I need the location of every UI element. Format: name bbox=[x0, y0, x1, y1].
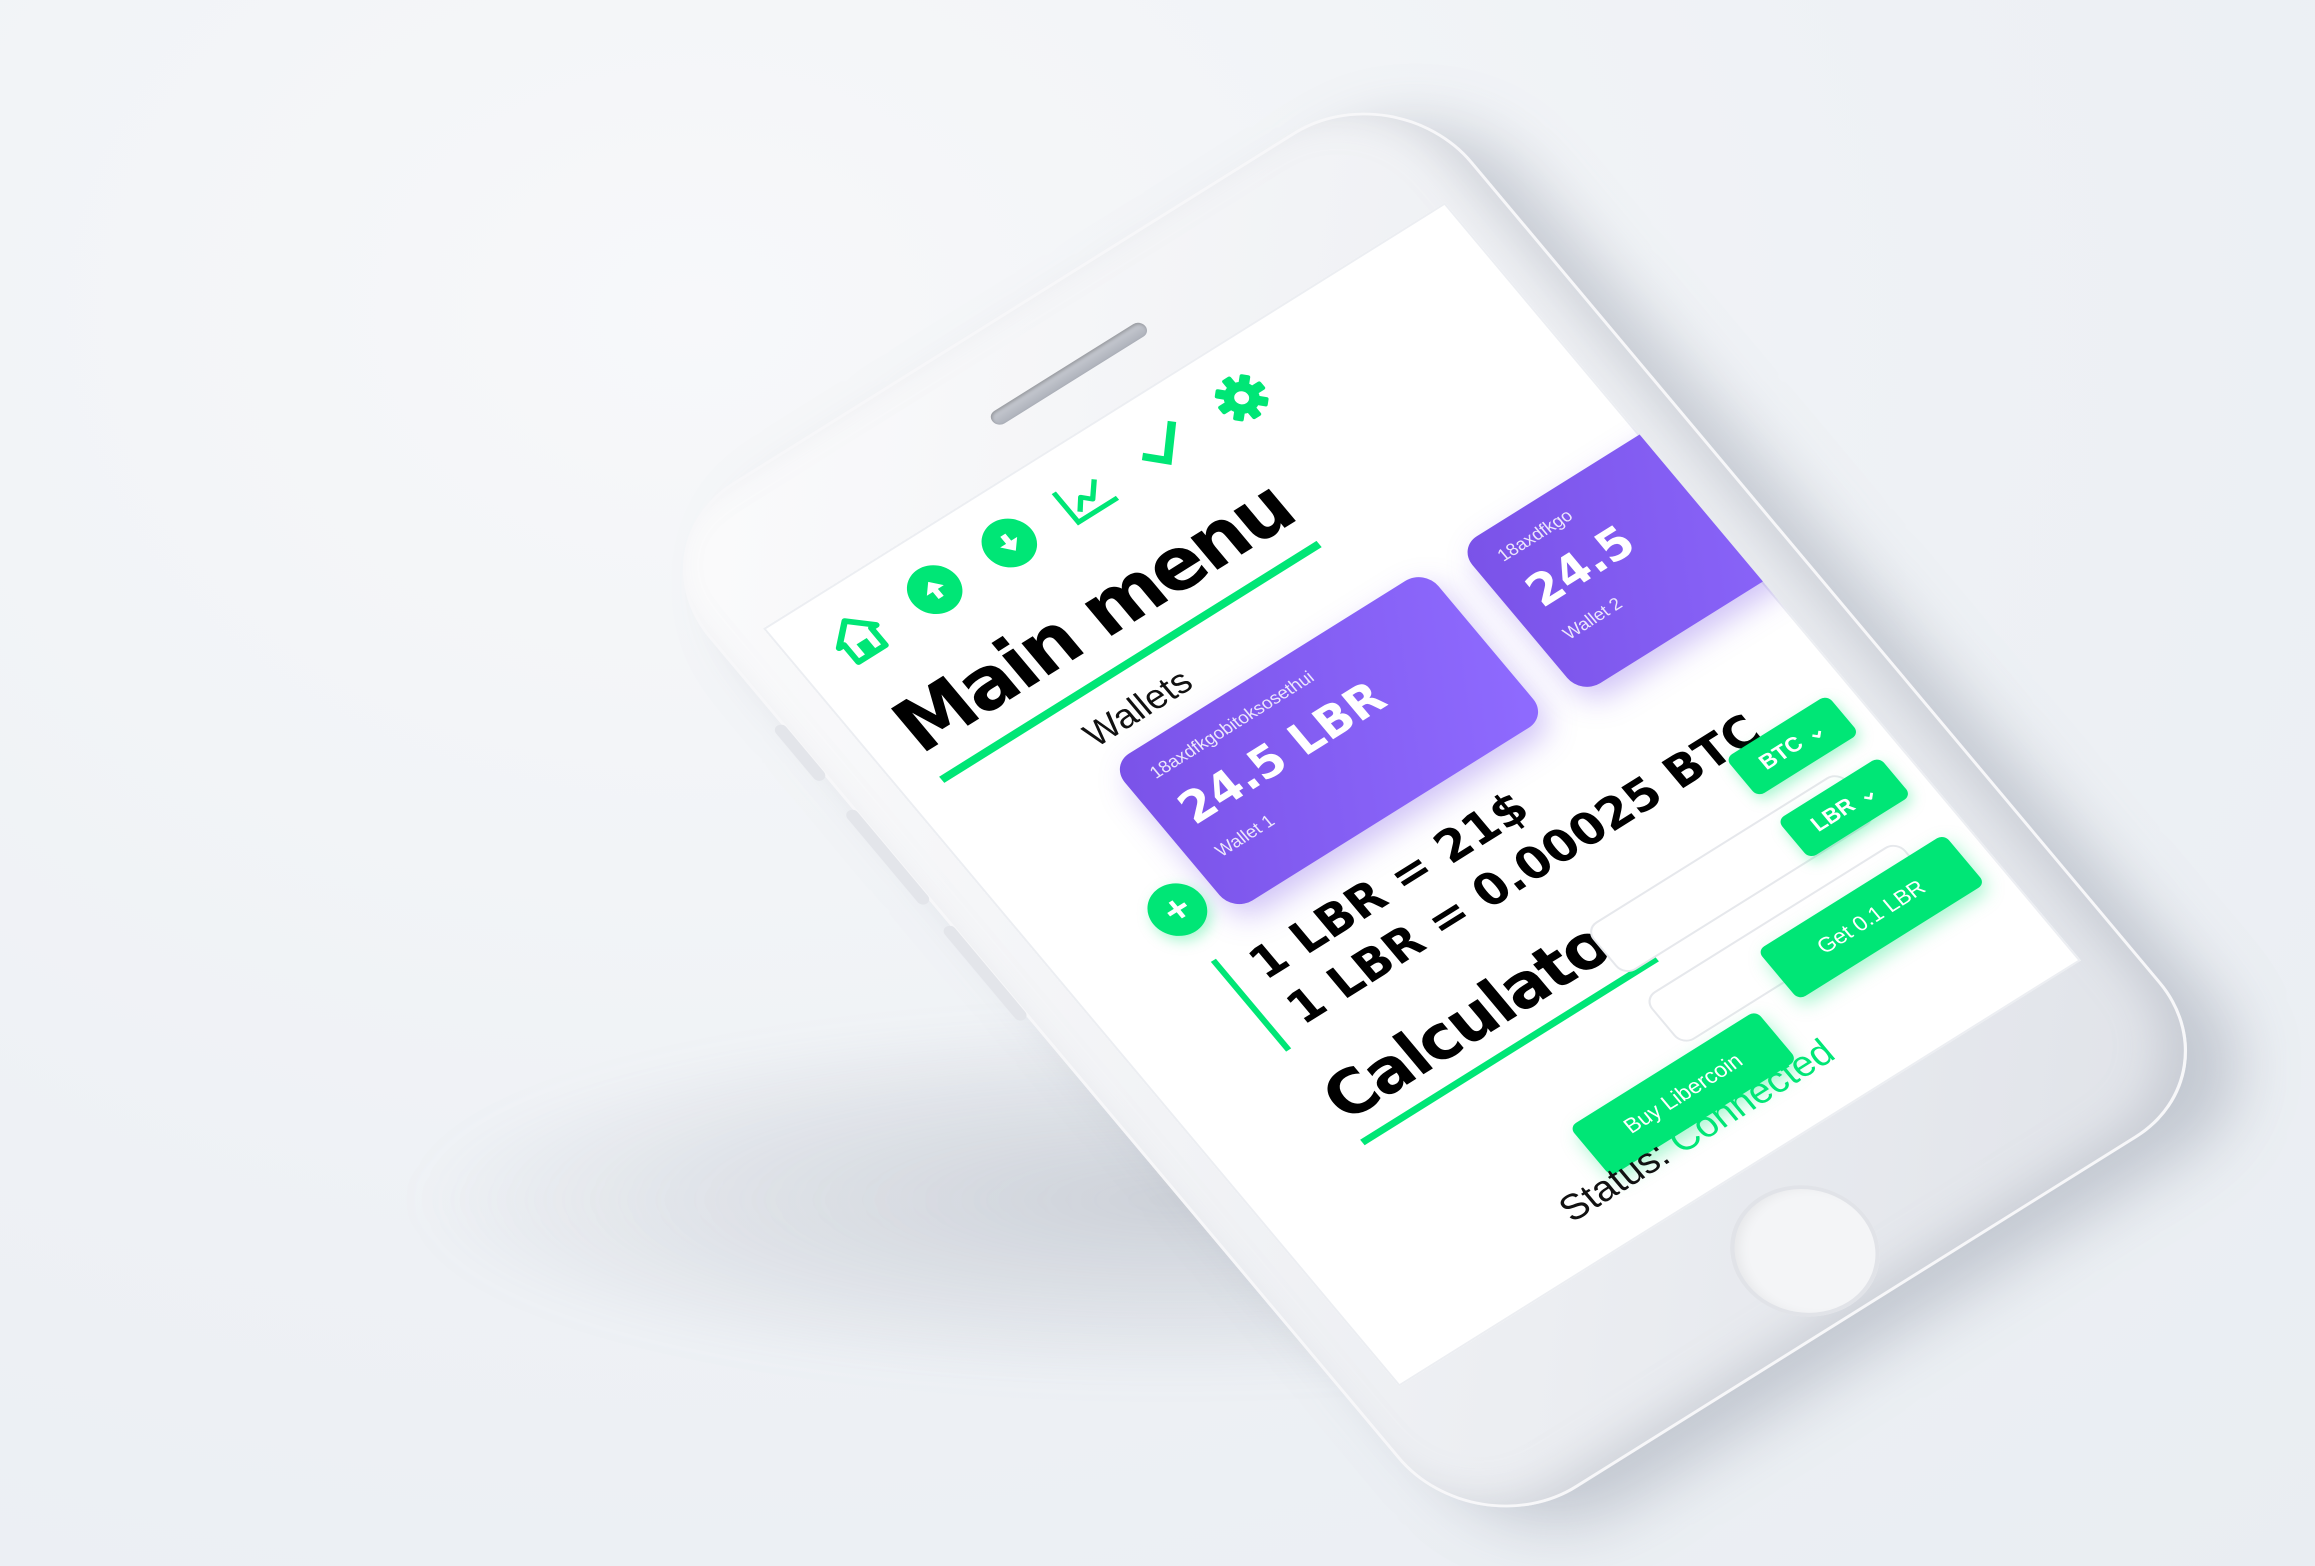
gear-icon[interactable] bbox=[1200, 361, 1284, 434]
send-up-icon[interactable] bbox=[895, 555, 974, 624]
check-icon[interactable] bbox=[1122, 410, 1206, 483]
volume-down-button bbox=[941, 923, 1030, 1023]
home-hardware-button bbox=[1700, 1159, 1910, 1343]
mockup-stage: Main menu Wallets 18axdfkgobitoksosethui… bbox=[0, 0, 2315, 1566]
mute-switch bbox=[772, 722, 828, 784]
chevron-down-icon: ⌄ bbox=[1850, 778, 1883, 808]
volume-up-button bbox=[843, 807, 932, 907]
home-icon[interactable] bbox=[816, 601, 900, 674]
chart-icon[interactable] bbox=[1044, 459, 1128, 532]
wallet-card-2[interactable]: 18axdfkgo 24.5 Wallet 2 bbox=[1458, 351, 1896, 695]
receive-down-icon[interactable] bbox=[970, 509, 1049, 577]
add-wallet-button[interactable]: + bbox=[1135, 873, 1220, 947]
from-currency-label: BTC bbox=[1753, 730, 1809, 775]
to-currency-label: LBR bbox=[1805, 792, 1860, 837]
chevron-down-icon: ⌄ bbox=[1798, 716, 1831, 746]
